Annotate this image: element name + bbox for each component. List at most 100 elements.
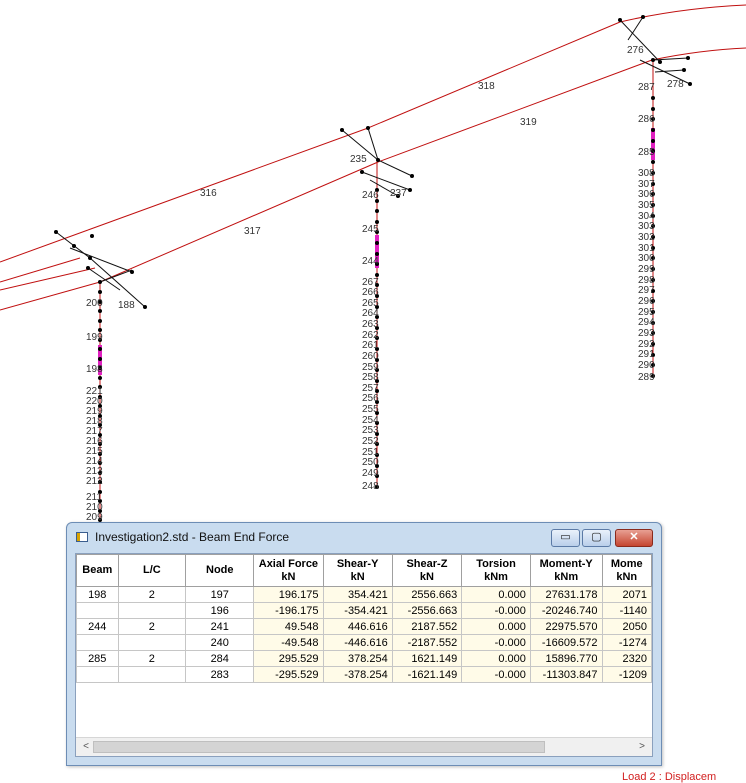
horizontal-scrollbar[interactable]: < >	[76, 737, 652, 756]
table-cell[interactable]: -11303.847	[529, 666, 603, 683]
table-cell[interactable]: -0.000	[461, 666, 531, 683]
node-dot[interactable]	[651, 160, 655, 164]
table-cell[interactable]	[117, 634, 187, 651]
table-cell[interactable]: -16609.572	[529, 634, 603, 651]
node-dot[interactable]	[98, 319, 102, 323]
table-cell[interactable]: 196.175	[253, 586, 324, 603]
node-dot[interactable]	[98, 290, 102, 294]
node-dot[interactable]	[688, 82, 692, 86]
joint-member[interactable]	[377, 159, 413, 177]
node-dot[interactable]	[375, 241, 379, 245]
node-dot[interactable]	[360, 170, 364, 174]
table-cell[interactable]: 244	[76, 618, 119, 635]
node-dot[interactable]	[408, 188, 412, 192]
node-dot[interactable]	[86, 266, 90, 270]
node-dot[interactable]	[98, 280, 102, 284]
joint-member[interactable]	[87, 267, 121, 291]
member-317[interactable]	[99, 161, 379, 283]
table-cell[interactable]: -446.616	[322, 634, 393, 651]
column-header[interactable]: Shear-Y kN	[322, 554, 393, 587]
table-cell[interactable]: 49.548	[253, 618, 324, 635]
node-dot[interactable]	[90, 234, 94, 238]
node-dot[interactable]	[366, 126, 370, 130]
table-cell[interactable]: -49.548	[253, 634, 324, 651]
member-left-stub[interactable]	[0, 267, 96, 291]
table-cell[interactable]: 285	[76, 650, 119, 667]
node-dot[interactable]	[651, 107, 655, 111]
table-cell[interactable]: 240	[185, 634, 255, 651]
table-cell[interactable]: 2	[117, 618, 187, 635]
node-dot[interactable]	[651, 96, 655, 100]
column-header[interactable]: Beam	[76, 554, 119, 587]
table-cell[interactable]	[117, 666, 187, 683]
node-dot[interactable]	[54, 230, 58, 234]
table-cell[interactable]: 2187.552	[391, 618, 463, 635]
table-cell[interactable]: -2187.552	[391, 634, 463, 651]
table-cell[interactable]: -378.254	[322, 666, 393, 683]
table-cell[interactable]: -1621.149	[391, 666, 463, 683]
column-header[interactable]: Node	[185, 554, 255, 587]
node-dot[interactable]	[143, 305, 147, 309]
scroll-thumb[interactable]	[93, 741, 545, 753]
table-cell[interactable]: 295.529	[253, 650, 324, 667]
table-cell[interactable]: 2	[117, 650, 187, 667]
table-cell[interactable]: -295.529	[253, 666, 324, 683]
window-titlebar[interactable]: Investigation2.std - Beam End Force ▭ ▢ …	[67, 523, 661, 551]
table-cell[interactable]: -1140	[601, 602, 652, 619]
node-dot[interactable]	[618, 18, 622, 22]
node-dot[interactable]	[376, 158, 380, 162]
table-row[interactable]: 244 2 241 49.548 446.616 2187.552 0.000 22975.5…	[76, 618, 652, 635]
table-cell[interactable]: 446.616	[322, 618, 393, 635]
table-cell[interactable]: -20246.740	[529, 602, 603, 619]
column-header[interactable]: Shear-Z kN	[391, 554, 463, 587]
table-cell[interactable]: 196	[185, 602, 255, 619]
node-dot[interactable]	[98, 376, 102, 380]
member-upper-right[interactable]	[619, 4, 746, 23]
node-dot[interactable]	[340, 128, 344, 132]
table-cell[interactable]: 2	[117, 586, 187, 603]
table-cell[interactable]: 241	[185, 618, 255, 635]
node-dot[interactable]	[686, 56, 690, 60]
node-dot[interactable]	[88, 256, 92, 260]
table-cell[interactable]: 0.000	[461, 618, 531, 635]
table-row[interactable]: 283 -295.529 -378.254 -1621.149 -0.000 -11303…	[76, 666, 652, 683]
member-319[interactable]	[377, 59, 653, 163]
table-cell[interactable]: 22975.570	[529, 618, 603, 635]
node-dot[interactable]	[72, 244, 76, 248]
table-cell[interactable]: 0.000	[461, 586, 531, 603]
column-header[interactable]: Torsion kNm	[461, 554, 531, 587]
member-318[interactable]	[367, 21, 621, 129]
node-dot[interactable]	[98, 357, 102, 361]
minimize-button[interactable]: ▭	[551, 529, 580, 547]
scroll-right-button[interactable]: >	[635, 740, 649, 754]
table-cell[interactable]: 0.000	[461, 650, 531, 667]
table-cell[interactable]: 2556.663	[391, 586, 463, 603]
table-cell[interactable]: -196.175	[253, 602, 324, 619]
beam-end-force-table[interactable]: Beam L/C Node Axial Force kN Shear-Y kN Shear-Z…	[76, 554, 652, 683]
node-dot[interactable]	[98, 309, 102, 313]
table-cell[interactable]: 198	[76, 586, 119, 603]
table-row[interactable]: 240 -49.548 -446.616 -2187.552 -0.000 -16609.…	[76, 634, 652, 651]
node-dot[interactable]	[410, 174, 414, 178]
beam-end-force-window[interactable]: Investigation2.std - Beam End Force ▭ ▢ …	[66, 522, 662, 766]
table-cell[interactable]: 1621.149	[391, 650, 463, 667]
table-cell[interactable]: 2071	[601, 586, 652, 603]
table-cell[interactable]	[117, 602, 187, 619]
table-cell[interactable]: -0.000	[461, 602, 531, 619]
table-cell[interactable]: -2556.663	[391, 602, 463, 619]
column-header[interactable]: Axial Force kN	[253, 554, 324, 587]
table-cell[interactable]: -0.000	[461, 634, 531, 651]
column-header[interactable]: Mome kNn	[601, 554, 652, 587]
table-cell[interactable]: 27631.178	[529, 586, 603, 603]
joint-member[interactable]	[654, 69, 685, 73]
node-dot[interactable]	[658, 60, 662, 64]
node-dot[interactable]	[682, 68, 686, 72]
table-cell[interactable]: 2320	[601, 650, 652, 667]
member-316[interactable]	[87, 127, 369, 231]
column-header[interactable]: Moment-Y kNm	[529, 554, 603, 587]
member-lower-right[interactable]	[651, 47, 746, 61]
member-left-stub[interactable]	[0, 257, 81, 283]
table-cell[interactable]	[76, 666, 119, 683]
node-dot[interactable]	[651, 128, 655, 132]
table-row[interactable]: 198 2 197 196.175 354.421 2556.663 0.000 27631.…	[76, 586, 652, 603]
